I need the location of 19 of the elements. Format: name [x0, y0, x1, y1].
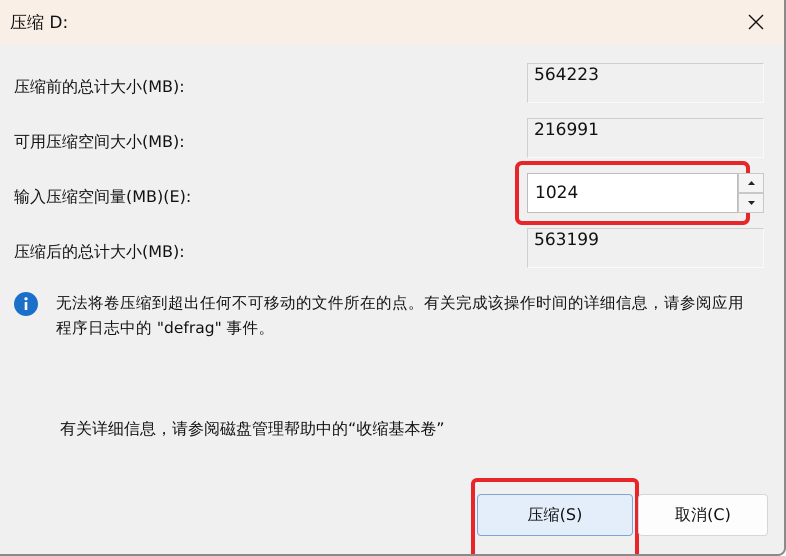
down-arrow-icon	[748, 201, 754, 205]
info-icon	[14, 292, 38, 316]
spin-up-button[interactable]	[738, 173, 764, 193]
spin-input-field[interactable]: 1024	[527, 173, 738, 213]
help-text: 有关详细信息，请参阅磁盘管理帮助中的“收缩基本卷”	[60, 419, 446, 440]
shrink-button[interactable]: 压缩(S)	[477, 494, 633, 536]
up-arrow-icon	[748, 181, 754, 185]
field-label: 压缩后的总计大小(MB):	[14, 242, 185, 263]
readonly-field: 564223	[527, 63, 764, 103]
close-icon	[748, 14, 764, 30]
field-label: 输入压缩空间量(MB)(E):	[14, 187, 192, 208]
readonly-field: 216991	[527, 118, 764, 158]
field-label: 压缩前的总计大小(MB):	[14, 77, 185, 98]
info-message: 无法将卷压缩到超出任何不可移动的文件所在的点。有关完成该操作时间的详细信息，请参阅应用程序日志中的 "defrag" 事件。	[56, 293, 745, 339]
cancel-button[interactable]: 取消(C)	[638, 494, 768, 536]
readonly-field: 563199	[527, 228, 764, 268]
field-label: 可用压缩空间大小(MB):	[14, 132, 185, 153]
spin-down-button[interactable]	[738, 193, 764, 213]
window-title: 压缩 D:	[10, 12, 68, 34]
